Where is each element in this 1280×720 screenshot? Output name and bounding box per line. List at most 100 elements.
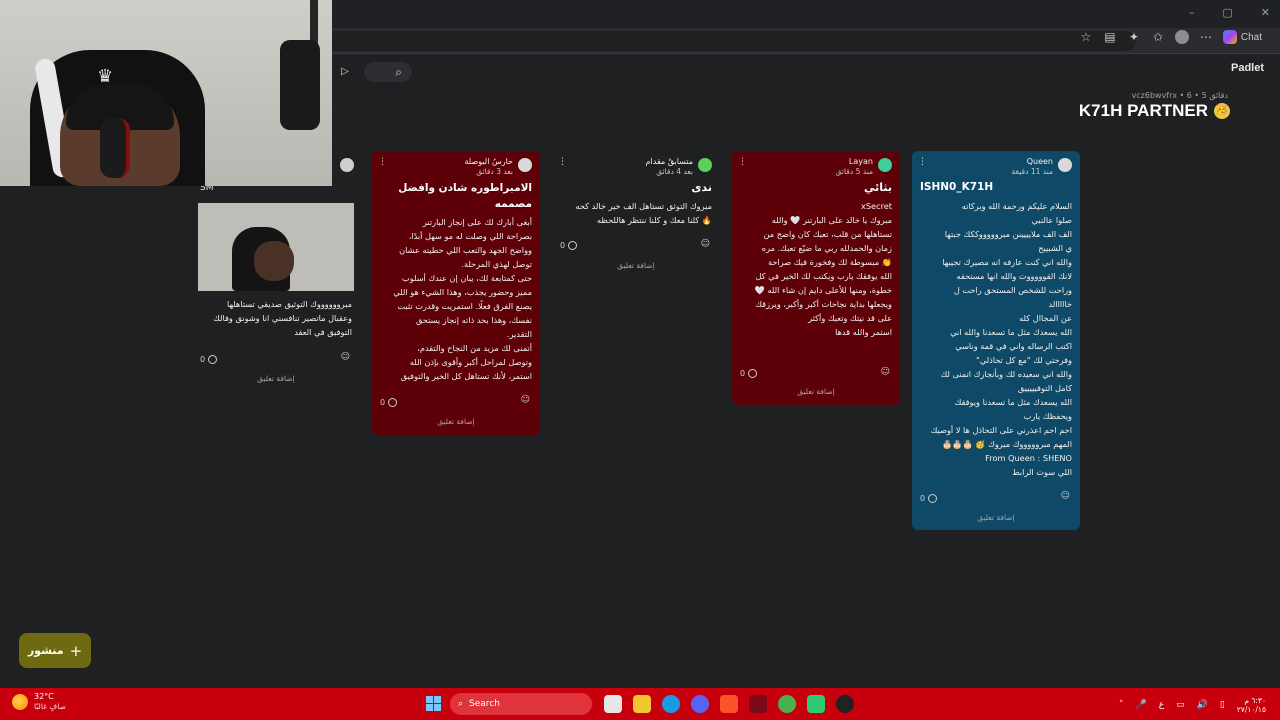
post-time: منذ 5 دقائق (835, 167, 873, 176)
obs-icon[interactable] (836, 695, 854, 713)
post-body: xSecret مبروك يا خالد على البارتنر 🤍 وال… (754, 201, 892, 337)
post-card-contestant[interactable]: ⋮ متسابقٌ مقدام بعد 4 دقائق ندى مبروك ال… (552, 151, 720, 276)
post-time: منذ 11 دقيقة (1011, 167, 1053, 176)
author-avatar (878, 158, 892, 172)
post-image[interactable] (198, 203, 354, 291)
screen: – ▢ ✕ ☆ ▤ ✦ ✩ ⋯ Chat Padlet ▷ ⌕ vcz6bwvf… (0, 0, 1280, 720)
clock[interactable]: ٦:٣٠ م ٢٧/١٠/١٥ (1237, 696, 1266, 714)
board-title: K71H PARTNER 🥳 (1079, 101, 1230, 121)
app-a-icon[interactable] (749, 695, 767, 713)
post-menu-icon[interactable]: ⋮ (558, 157, 567, 167)
post-card-layan[interactable]: ⋮ Layan منذ 5 دقائق بثائي xSecret مبروك … (732, 151, 900, 405)
post-author: Queen (1026, 157, 1053, 166)
reaction-icon[interactable]: ☺ (1061, 491, 1070, 501)
author-avatar (1058, 158, 1072, 172)
add-comment-link[interactable]: إضافة تعليق (372, 417, 540, 426)
copilot-icon (1222, 30, 1237, 44)
post-author: حارسُ البوصلة (464, 157, 514, 166)
post-card-queen[interactable]: ⋮ Queen منذ 11 دقيقة ISHN0_K71H السلام ع… (912, 151, 1080, 530)
close-icon[interactable]: ✕ (1261, 6, 1270, 19)
star-icon[interactable]: ☆ (1079, 30, 1093, 44)
battery-icon[interactable]: ▯ (1220, 700, 1225, 710)
post-title: ندى (691, 181, 712, 194)
reaction-icon[interactable]: ☺ (521, 395, 530, 405)
post-header: حارسُ البوصلة بعد 3 دقائق (464, 157, 532, 177)
comment-icon (388, 398, 398, 407)
app-green-icon[interactable] (807, 695, 825, 713)
comment-count: 0 (740, 369, 758, 378)
post-title: الامبراطوره شادن وافضل مصممه (398, 182, 532, 210)
search-icon[interactable]: ⌕ (364, 62, 412, 82)
chat-button[interactable]: Chat (1222, 30, 1262, 44)
post-header: متسابقٌ مقدام بعد 4 دقائق (646, 157, 712, 177)
mic-icon[interactable]: 🎤 (1135, 700, 1146, 710)
post-menu-icon[interactable]: ⋮ (738, 157, 747, 167)
post-card-fifth[interactable]: SM مبرووووووك التوثيق صديقي تستاهلها وعق… (192, 151, 360, 391)
clock-date: ٢٧/١٠/١٥ (1236, 705, 1266, 714)
more-options-icon[interactable]: ⋯ (1199, 30, 1213, 44)
volume-icon[interactable]: 🔊 (1197, 700, 1208, 710)
add-comment-link[interactable]: إضافة تعليق (912, 513, 1080, 522)
post-body: السلام عليكم ورحمة الله وبركاته صلوا عال… (930, 201, 1072, 477)
post-time: بعد 3 دقائق (476, 167, 513, 176)
slideshow-play-icon[interactable]: ▷ (334, 63, 356, 81)
minimize-icon[interactable]: – (1189, 6, 1195, 19)
extensions-icon[interactable]: ✦ (1127, 30, 1141, 44)
comment-count: 0 (200, 355, 218, 364)
chat-label: Chat (1240, 31, 1262, 43)
taskbar-search-label: Search (469, 699, 500, 709)
comment-icon (748, 369, 758, 378)
task-view-icon[interactable] (604, 695, 622, 713)
padlet-logo[interactable]: Padlet (1231, 62, 1264, 74)
post-image-head (254, 241, 294, 281)
weather-widget[interactable]: 32°C صافٍ غالبًا (12, 692, 66, 712)
post-menu-icon[interactable]: ⋮ (918, 157, 927, 167)
comment-count: 0 (920, 494, 938, 503)
post-header: Queen منذ 11 دقيقة (1011, 157, 1072, 177)
weather-condition: صافٍ غالبًا (34, 702, 66, 711)
network-icon[interactable]: ▭ (1176, 700, 1185, 710)
weather-icon (12, 694, 28, 710)
post-time: بعد 4 دقائق (656, 167, 693, 176)
board-title-text: K71H PARTNER (1078, 101, 1208, 120)
chevron-up-icon[interactable]: ˄ (1119, 700, 1124, 710)
post-button-label: منشور (27, 644, 64, 657)
weather-temp: 32°C (34, 692, 54, 701)
add-comment-link[interactable]: إضافة تعليق (192, 374, 360, 383)
edge-icon[interactable] (662, 695, 680, 713)
microphone (280, 40, 320, 130)
favorites-icon[interactable]: ✩ (1151, 30, 1165, 44)
comment-icon (208, 355, 218, 364)
start-icon[interactable] (426, 696, 441, 711)
board-meta: vcz6bwvfrx • 6 • 5 دقائق (1131, 91, 1228, 100)
maximize-icon[interactable]: ▢ (1222, 6, 1232, 19)
author-avatar (340, 158, 354, 172)
brave-icon[interactable] (720, 695, 738, 713)
post-body: مبروك التوثق تستاهل الف خير خالد كحه 🔥 ك… (575, 201, 712, 225)
taskbar-search[interactable]: ⌕ Search (450, 693, 592, 715)
add-comment-link[interactable]: إضافة تعليق (552, 261, 720, 270)
webcam-overlay: ♛ (0, 0, 332, 186)
profile-avatar[interactable] (1174, 30, 1189, 44)
author-avatar (518, 158, 532, 172)
headphones (100, 118, 130, 178)
comment-count: 0 (380, 398, 398, 407)
post-header: Layan منذ 5 دقائق (836, 157, 892, 177)
language-indicator[interactable]: ع (1159, 700, 1164, 710)
file-explorer-icon[interactable] (633, 695, 651, 713)
post-author: Layan (848, 157, 873, 166)
reaction-icon[interactable]: ☺ (701, 239, 710, 249)
reaction-icon[interactable]: ☺ (341, 352, 350, 362)
discord-icon[interactable] (691, 695, 709, 713)
post-title: بثائي (863, 181, 892, 194)
taskbar-apps (604, 695, 854, 713)
post-card-guardian[interactable]: ⋮ حارسُ البوصلة بعد 3 دقائق الامبراطوره … (372, 151, 540, 435)
reader-icon[interactable]: ▤ (1103, 30, 1117, 44)
comment-count: 0 (560, 241, 578, 250)
address-bar[interactable] (320, 31, 1136, 51)
chrome-icon[interactable] (778, 695, 796, 713)
reaction-icon[interactable]: ☺ (881, 367, 890, 377)
add-comment-link[interactable]: إضافة تعليق (732, 387, 900, 396)
new-post-button[interactable]: منشور + (19, 633, 91, 668)
post-menu-icon[interactable]: ⋮ (378, 157, 387, 167)
